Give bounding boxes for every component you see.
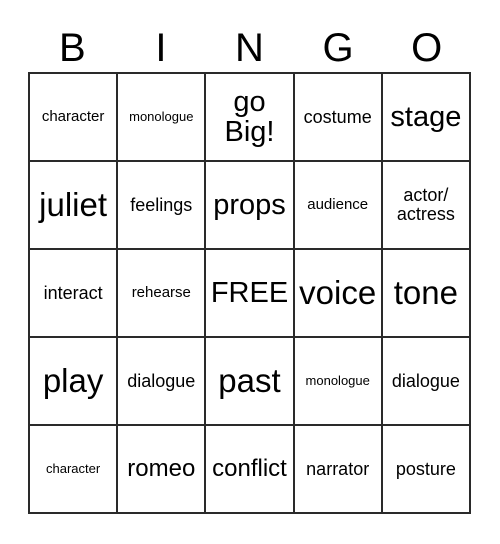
bingo-header-letter-i: I	[155, 26, 167, 70]
bingo-cell-label: character	[45, 461, 101, 477]
bingo-cell-label: props	[213, 188, 286, 221]
bingo-cell[interactable]: dialogue	[118, 338, 207, 426]
bingo-card: B I N G O character monologue go Big! costu…	[0, 0, 500, 544]
bingo-cell[interactable]: juliet	[30, 162, 119, 250]
bingo-header-letter-o: O	[411, 26, 443, 70]
bingo-cell-label: costume	[303, 106, 372, 127]
bingo-cell-label: narrator	[306, 458, 370, 479]
bingo-cell-label: feelings	[130, 194, 193, 215]
bingo-cell[interactable]: monologue	[118, 74, 207, 162]
bingo-cell[interactable]: feelings	[118, 162, 207, 250]
bingo-cell-label: conflict	[212, 454, 287, 482]
bingo-cell-label: stage	[390, 100, 462, 133]
bingo-cell-label: voice	[299, 273, 377, 311]
bingo-cell[interactable]: interact	[30, 250, 119, 338]
bingo-cell[interactable]: posture	[382, 426, 471, 514]
bingo-header-letter-n: N	[235, 26, 264, 70]
bingo-cell-label: past	[218, 361, 281, 399]
bingo-cell[interactable]: play	[30, 338, 119, 426]
bingo-cell[interactable]: narrator	[294, 426, 383, 514]
bingo-cell-label: tone	[393, 273, 458, 311]
bingo-cell-label: monologue	[129, 109, 194, 125]
bingo-cell[interactable]: costume	[294, 74, 383, 162]
bingo-cell[interactable]: character	[30, 426, 119, 514]
bingo-cell-label: character	[41, 108, 105, 126]
bingo-cell-label: dialogue	[391, 370, 460, 391]
bingo-cell-label: juliet	[39, 185, 108, 223]
bingo-cell[interactable]: FREE	[206, 250, 295, 338]
bingo-header-letter-b: B	[58, 26, 86, 70]
bingo-cell[interactable]: voice	[294, 250, 383, 338]
bingo-header-row: B I N G O	[28, 18, 471, 70]
bingo-cell[interactable]: audience	[294, 162, 383, 250]
bingo-cell-label: go Big!	[224, 85, 275, 148]
bingo-cell-label: romeo	[127, 454, 196, 482]
bingo-cell-label: actor/ actress	[396, 185, 455, 224]
bingo-cell[interactable]: dialogue	[382, 338, 471, 426]
bingo-cell[interactable]: monologue	[294, 338, 383, 426]
bingo-cell[interactable]: character	[30, 74, 119, 162]
bingo-cell[interactable]: past	[206, 338, 295, 426]
bingo-cell[interactable]: tone	[382, 250, 471, 338]
bingo-cell[interactable]: conflict	[206, 426, 295, 514]
bingo-cell[interactable]: rehearse	[118, 250, 207, 338]
bingo-cell[interactable]: actor/ actress	[382, 162, 471, 250]
bingo-cell[interactable]: stage	[382, 74, 471, 162]
bingo-cell[interactable]: romeo	[118, 426, 207, 514]
bingo-cell-label: rehearse	[131, 284, 191, 302]
bingo-cell-label: play	[42, 361, 104, 399]
bingo-header-letter-g: G	[322, 26, 354, 70]
bingo-cell-label: FREE	[210, 276, 289, 309]
bingo-cell-label: audience	[307, 196, 369, 214]
bingo-cell-label: interact	[43, 282, 103, 303]
bingo-grid: character monologue go Big! costume stage jul…	[28, 72, 471, 514]
bingo-cell-label: posture	[395, 458, 456, 479]
bingo-cell[interactable]: props	[206, 162, 295, 250]
bingo-cell[interactable]: go Big!	[206, 74, 295, 162]
bingo-cell-label: monologue	[305, 373, 370, 389]
bingo-cell-label: dialogue	[127, 370, 196, 391]
